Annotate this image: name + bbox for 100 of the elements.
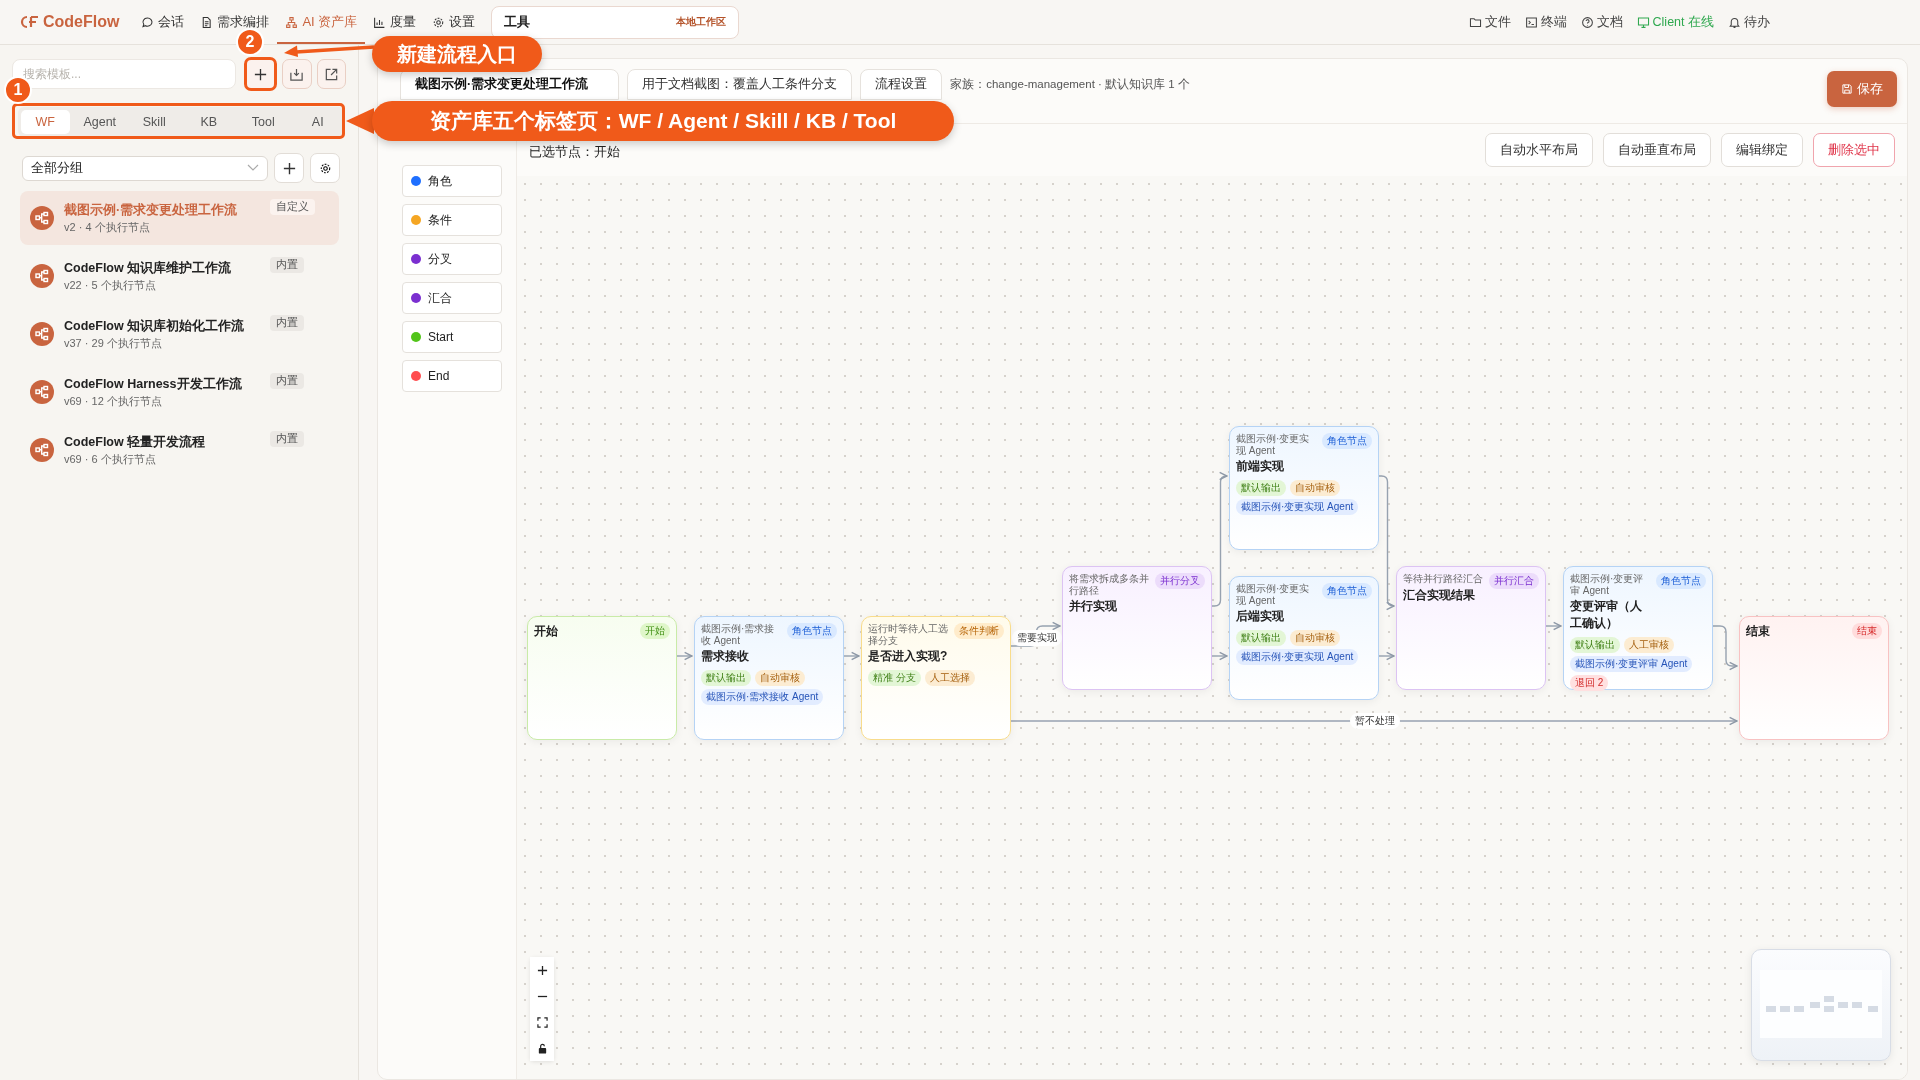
workflow-item[interactable]: 截图示例·需求变更处理工作流 v2 · 4 个执行节点 自定义 — [20, 191, 339, 245]
editor-tab[interactable]: 流程设置 — [860, 69, 943, 100]
add-button[interactable] — [243, 57, 278, 91]
editor-tab[interactable]: 用于文档截图：覆盖人工条件分支 — [627, 69, 853, 100]
palette-item[interactable]: 角色 — [402, 165, 502, 197]
connector — [1712, 625, 1738, 671]
palette-item[interactable]: 条件 — [402, 204, 502, 236]
node-subtitle: 截图示例·变更评审 Agent — [1570, 573, 1645, 596]
annotation-callout: 新建流程入口 — [372, 36, 542, 72]
flow-node[interactable]: 运行时等待人工选择分支 是否进入实现? 条件判断 精准 分支 人工选择 — [861, 616, 1011, 740]
nav-tab[interactable]: 会话 — [133, 10, 193, 34]
palette-label: End — [428, 369, 450, 383]
node-tag: 自动审核 — [1290, 480, 1340, 496]
workflow-meta: v22 · 5 个执行节点 — [64, 277, 157, 293]
toolbar-button[interactable]: 删除选中 — [1813, 133, 1895, 167]
workflow-meta: v2 · 4 个执行节点 — [64, 219, 151, 235]
node-tag: 默认输出 — [1570, 637, 1620, 653]
workspace-label: 本地工作区 — [676, 15, 727, 29]
flow-node[interactable]: 截图示例·变更实现 Agent 后端实现 角色节点 默认输出 自动审核 截图示例·变更实现 Agent — [1229, 576, 1379, 700]
app-logo[interactable]: CodeFlow — [43, 13, 120, 31]
nav-tab[interactable]: 设置 — [424, 10, 484, 34]
node-tag: 默认输出 — [1236, 480, 1286, 496]
node-tag: 截图示例·变更实现 Agent — [1236, 499, 1359, 515]
group-dropdown[interactable]: 全部分组 — [22, 155, 268, 181]
editor-tab[interactable]: 截图示例·需求变更处理工作流 — [400, 69, 620, 100]
node-type-tag: 条件判断 — [954, 623, 1004, 639]
bell-icon — [1728, 15, 1741, 29]
node-type-tag: 并行分叉 — [1155, 573, 1205, 589]
settings-button[interactable] — [310, 153, 340, 183]
palette-label: Start — [428, 330, 454, 344]
workspace-tab[interactable]: 工具 本地工作区 — [491, 5, 740, 39]
palette-item[interactable]: End — [402, 360, 502, 392]
connector — [843, 651, 860, 661]
bar-chart-icon — [373, 15, 387, 29]
palette-label: 条件 — [428, 211, 452, 229]
palette-item[interactable]: Start — [402, 321, 502, 353]
workflow-item[interactable]: CodeFlow 知识库初始化工作流 v37 · 29 个执行节点 内置 — [20, 307, 339, 361]
connector — [1545, 621, 1562, 631]
connector — [676, 651, 693, 661]
toolbar-button[interactable]: 编辑绑定 — [1721, 133, 1803, 167]
workflow-tag: 内置 — [270, 257, 304, 273]
workflow-tag: 内置 — [270, 431, 304, 447]
workflow-item[interactable]: CodeFlow 轻量开发流程 v69 · 6 个执行节点 内置 — [20, 423, 339, 477]
edge-label: 需要实现 — [1011, 630, 1062, 646]
asset-tab[interactable]: Agent — [75, 110, 124, 134]
flow-node[interactable]: 截图示例·需求接收 Agent 需求接收 角色节点 默认输出 自动审核 截图示例·需求接收 Agent — [694, 616, 844, 740]
palette-label: 汇合 — [428, 289, 452, 307]
selected-node-label: 已选节点：开始 — [529, 143, 620, 161]
asset-tab[interactable]: KB — [184, 110, 233, 134]
asset-tab[interactable]: Skill — [130, 110, 179, 134]
palette-item[interactable]: 分叉 — [402, 243, 502, 275]
node-title: 汇合实现结果 — [1403, 586, 1476, 604]
node-type-tag: 角色节点 — [1322, 583, 1372, 599]
asset-tab[interactable]: WF — [21, 110, 70, 134]
workflow-tag: 自定义 — [270, 199, 315, 215]
asset-tab[interactable]: AI — [293, 110, 342, 134]
header-link[interactable]: 待办 — [1728, 11, 1770, 33]
node-tag: 默认输出 — [1236, 630, 1286, 646]
save-button[interactable]: 保存 — [1827, 71, 1897, 107]
help-icon — [1580, 15, 1594, 29]
import-button[interactable] — [282, 59, 312, 89]
workflow-item[interactable]: CodeFlow 知识库维护工作流 v22 · 5 个执行节点 内置 — [20, 249, 339, 303]
workflow-title: CodeFlow 知识库初始化工作流 — [64, 317, 246, 335]
document-icon — [200, 15, 214, 29]
workflow-meta: v69 · 12 个执行节点 — [64, 393, 163, 409]
nav-tab[interactable]: 度量 — [365, 10, 425, 34]
toolbar-button[interactable]: 自动水平布局 — [1485, 133, 1593, 167]
workflow-meta: v69 · 6 个执行节点 — [64, 451, 157, 467]
workflow-meta: v37 · 29 个执行节点 — [64, 335, 163, 351]
lock-icon — [536, 1042, 548, 1054]
palette-label: 角色 — [428, 172, 452, 190]
flow-node[interactable]: 将需求拆成多条并行路径 并行实现 并行分叉 — [1062, 566, 1212, 690]
flow-icon — [30, 206, 54, 230]
chat-icon — [141, 15, 155, 29]
node-tag: 截图示例·需求接收 Agent — [701, 689, 824, 705]
connector — [1378, 651, 1395, 661]
node-title: 结束 — [1746, 623, 1770, 640]
palette-item[interactable]: 汇合 — [402, 282, 502, 314]
flow-node[interactable]: 截图示例·变更实现 Agent 前端实现 角色节点 默认输出 自动审核 截图示例·变更实现 Agent — [1229, 426, 1379, 550]
hierarchy-icon — [285, 15, 299, 29]
node-title: 需求接收 — [701, 648, 750, 665]
node-subtitle: 截图示例·变更实现 Agent — [1236, 583, 1311, 606]
toolbar-button[interactable]: 自动垂直布局 — [1603, 133, 1711, 167]
workflow-title: 截图示例·需求变更处理工作流 — [64, 201, 239, 219]
workflow-title: CodeFlow 知识库维护工作流 — [64, 259, 233, 277]
header-link[interactable]: 终端 — [1524, 11, 1567, 33]
flow-node[interactable]: 等待并行路径汇合 汇合实现结果 并行汇合 — [1396, 566, 1546, 690]
fit-view-icon — [536, 1016, 548, 1028]
workflow-item[interactable]: CodeFlow Harness开发工作流 v69 · 12 个执行节点 内置 — [20, 365, 339, 419]
flow-node[interactable]: 结束 结束 — [1739, 616, 1889, 740]
lock-button[interactable] — [530, 1035, 554, 1061]
header-link[interactable]: 文件 — [1468, 11, 1511, 33]
export-button[interactable] — [316, 59, 346, 89]
header-link[interactable]: 文档 — [1580, 11, 1623, 33]
flow-node[interactable]: 开始 开始 — [527, 616, 677, 740]
add-group-button[interactable] — [274, 153, 304, 183]
flow-node[interactable]: 截图示例·变更评审 Agent 变更评审（人工确认） 角色节点 默认输出 人工审核 截图示例·变更评审 Agent 退回 2 — [1563, 566, 1713, 690]
asset-tab[interactable]: Tool — [239, 110, 288, 134]
zoom-in-button[interactable] — [530, 957, 554, 983]
node-tag: 退回 2 — [1570, 675, 1609, 691]
